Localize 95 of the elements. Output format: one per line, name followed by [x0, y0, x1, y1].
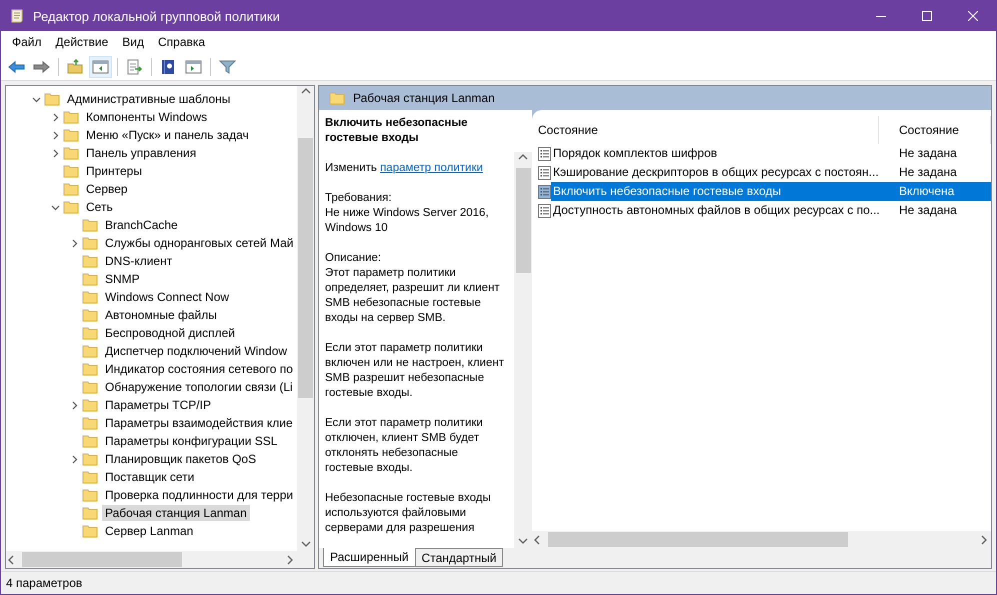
policy-setting-icon: [538, 204, 551, 218]
folder-icon: [82, 362, 98, 376]
view-tab[interactable]: Расширенный: [323, 548, 416, 567]
folder-icon: [82, 398, 98, 412]
folder-icon: [63, 146, 79, 160]
scrollbar-thumb[interactable]: [548, 532, 848, 547]
folder-icon: [82, 470, 98, 484]
tree-item[interactable]: Windows Connect Now: [102, 289, 232, 305]
folder-icon: [82, 236, 98, 250]
tree-item[interactable]: SNMP: [102, 271, 143, 287]
folder-icon: [44, 92, 60, 106]
folder-icon: [63, 182, 79, 196]
scroll-document-icon: [9, 8, 25, 24]
tree-item[interactable]: Поставщик сети: [102, 469, 198, 485]
status-bar-text: 4 параметров: [1, 571, 996, 594]
folder-icon: [329, 91, 345, 105]
tree-item[interactable]: Параметры конфигурации SSL: [102, 433, 280, 449]
folder-icon: [82, 524, 98, 538]
folder-icon: [63, 164, 79, 178]
folder-icon: [82, 272, 98, 286]
panel-header-title: Рабочая станция Lanman: [353, 91, 495, 105]
scrollbar-thumb[interactable]: [298, 138, 313, 398]
chevron-down-icon[interactable]: [50, 202, 60, 212]
folder-icon: [82, 308, 98, 322]
tree-item[interactable]: BranchCache: [102, 217, 181, 233]
tree-item[interactable]: Индикатор состояния сетевого по: [102, 361, 296, 377]
folder-icon: [82, 452, 98, 466]
maximize-icon: [922, 11, 932, 21]
folder-icon: [82, 218, 98, 232]
window-title: Редактор локальной групповой политики: [33, 8, 281, 24]
vertical-scrollbar[interactable]: [514, 152, 532, 548]
tree-item[interactable]: DNS-клиент: [102, 253, 176, 269]
tree-item[interactable]: Сервер: [83, 181, 131, 197]
folder-icon: [63, 128, 79, 142]
horizontal-scrollbar[interactable]: [532, 531, 991, 548]
folder-icon: [82, 416, 98, 430]
chevron-right-icon[interactable]: [70, 400, 78, 410]
tree-item[interactable]: Проверка подлинности для терри: [102, 487, 296, 503]
folder-icon: [82, 344, 98, 358]
edit-policy-text: Изменить параметр политики: [325, 161, 484, 176]
column-header[interactable]: Состояние: [532, 116, 879, 144]
description-paragraph: Если этот параметр политики включен или не настроен, клиент SMB разрешит небезопасные гостевые входы.: [325, 341, 505, 401]
menu-item[interactable]: Файл: [5, 33, 49, 51]
console-tree-icon[interactable]: [89, 56, 112, 78]
description-paragraph: Если этот параметр политики отключен, клиент SMB будет отклонять небезопасные гостевые входы.: [325, 416, 484, 476]
policy-setting-icon: [538, 146, 551, 160]
policy-row[interactable]: Порядок комплектов шифров Не задана: [551, 144, 991, 163]
tree-item[interactable]: Меню «Пуск» и панель задач: [83, 127, 252, 143]
tree-item[interactable]: Принтеры: [83, 163, 145, 179]
chevron-right-icon[interactable]: [70, 454, 78, 464]
policy-setting-link[interactable]: параметр политики: [380, 162, 483, 174]
menu-item[interactable]: Справка: [151, 33, 212, 51]
menu-item[interactable]: Действие: [48, 33, 116, 51]
folder-icon: [82, 488, 98, 502]
folder-icon: [63, 200, 79, 214]
horizontal-scrollbar[interactable]: [6, 551, 297, 568]
vertical-scrollbar[interactable]: [297, 86, 314, 551]
policy-row[interactable]: Кэширование дескрипторов в общих ресурсах с постоян... Не задана: [551, 163, 991, 182]
tree-item[interactable]: Параметры взаимодействия клие: [102, 415, 296, 431]
tree-item[interactable]: Сервер Lanman: [102, 523, 196, 539]
tree-item[interactable]: Планировщик пакетов QoS: [102, 451, 260, 467]
folder-icon: [82, 434, 98, 448]
scrollbar-thumb[interactable]: [22, 552, 182, 567]
policy-setting-icon: [538, 184, 551, 198]
folder-icon: [82, 326, 98, 340]
tree-item[interactable]: Беспроводной дисплей: [102, 325, 238, 341]
description-paragraph: Описание: Этот параметр политики определяет, разрешит ли клиент SMB небезопасные гостевые входы на сервер SMB.: [325, 251, 501, 326]
tree-item[interactable]: Компоненты Windows: [83, 109, 210, 125]
folder-icon: [82, 506, 98, 520]
policy-row[interactable]: Доступность автономных файлов в общих ресурсах с по... Не задана: [551, 201, 991, 220]
column-header[interactable]: Состояние: [879, 116, 991, 144]
description-paragraph: Небезопасные гостевые входы используются файловыми серверами для разрешения: [325, 491, 492, 536]
view-tab[interactable]: Стандартный: [414, 548, 504, 567]
tree-item[interactable]: Службы одноранговых сетей Май: [102, 235, 296, 251]
tree-item[interactable]: Параметры TCP/IP: [102, 397, 214, 413]
tree-item[interactable]: Рабочая станция Lanman: [102, 505, 250, 521]
tree-item[interactable]: Обнаружение топологии связи (Li: [102, 379, 296, 395]
scrollbar-thumb[interactable]: [516, 168, 530, 273]
menu-item[interactable]: Вид: [115, 33, 151, 51]
folder-icon: [82, 254, 98, 268]
tree-item[interactable]: Автономные файлы: [102, 307, 220, 323]
folder-icon: [82, 380, 98, 394]
policy-row[interactable]: Включить небезопасные гостевые входы Включена: [551, 182, 991, 201]
folder-icon: [82, 290, 98, 304]
chevron-down-icon[interactable]: [32, 94, 40, 104]
description-paragraph: Требования: Не ниже Windows Server 2016, Windows 10: [325, 191, 490, 236]
policy-setting-icon: [538, 166, 551, 180]
tree-item[interactable]: Административные шаблоны: [64, 91, 234, 107]
tree-item[interactable]: Сеть: [83, 199, 116, 215]
folder-icon: [63, 110, 79, 124]
setting-title: Включить небезопасные гостевые входы: [325, 116, 469, 146]
tree-item[interactable]: Панель управления: [83, 145, 200, 161]
close-icon: [968, 11, 978, 21]
tree-item[interactable]: Диспетчер подключений Window: [102, 343, 290, 359]
chevron-right-icon[interactable]: [70, 238, 78, 248]
